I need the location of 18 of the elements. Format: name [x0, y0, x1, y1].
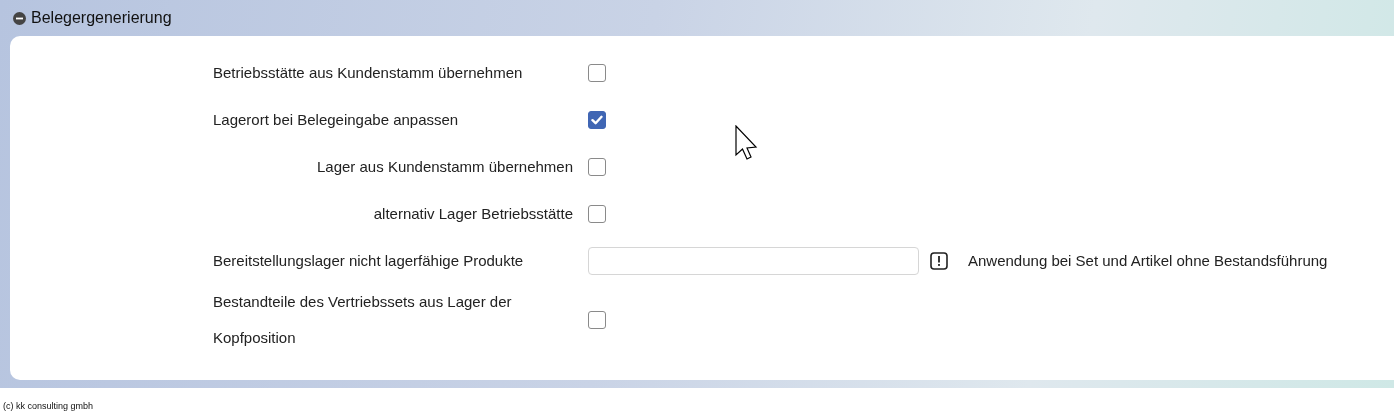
hint-text: Anwendung bei Set und Artikel ohne Bestandsführung	[968, 252, 1328, 269]
cursor-icon	[735, 125, 759, 163]
option-label: Bereitstellungslager nicht lagerfähige Produkte	[213, 250, 525, 271]
collapse-icon[interactable]	[13, 11, 26, 25]
checkbox[interactable]	[588, 157, 606, 176]
input-field[interactable]	[588, 246, 919, 275]
option-label: alternativ Lager Betriebsstätte	[372, 203, 573, 224]
section-title: Belegergenerierung	[31, 9, 172, 27]
checkbox[interactable]	[588, 110, 606, 129]
checkbox[interactable]	[588, 204, 606, 223]
checkbox[interactable]	[588, 311, 606, 329]
exclamation-icon[interactable]	[930, 251, 948, 270]
option-label: Bestandteile des Vertriebssets aus Lager der Kopfposition	[213, 292, 513, 348]
checkbox[interactable]	[588, 63, 606, 82]
option-label: Lager aus Kundenstamm übernehmen	[316, 156, 573, 177]
option-label: Betriebsstätte aus Kundenstamm übernehmen	[213, 62, 524, 83]
copyright-text: (c) kk consulting gmbh	[3, 401, 94, 411]
option-label: Lagerort bei Belegeingabe anpassen	[213, 109, 460, 130]
